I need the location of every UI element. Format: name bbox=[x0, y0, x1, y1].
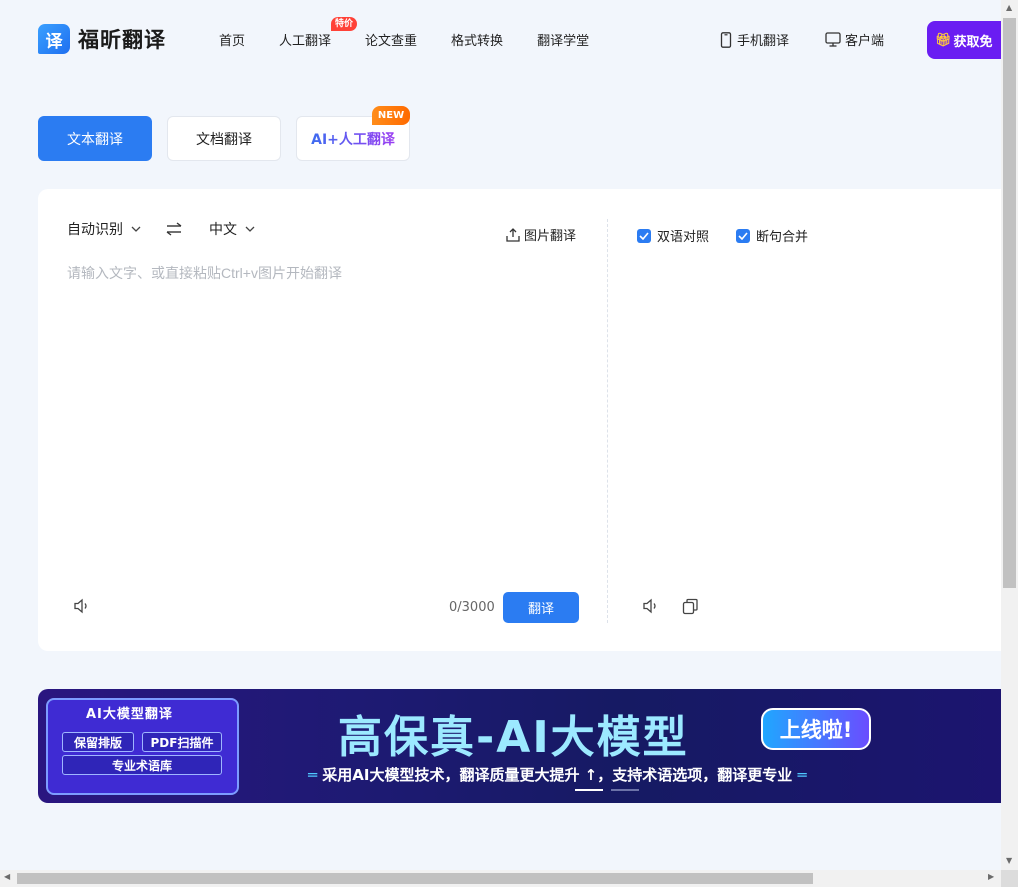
banner-feature-title: AI大模型翻译 bbox=[86, 707, 173, 722]
logo[interactable]: 译 福昕翻译 bbox=[38, 24, 166, 54]
scroll-up-arrow-icon[interactable]: ▲ bbox=[1006, 3, 1012, 12]
bilingual-checkbox[interactable]: 双语对照 bbox=[637, 226, 709, 245]
new-badge: NEW bbox=[372, 106, 410, 125]
output-options: 双语对照 断句合并 bbox=[637, 226, 835, 245]
vertical-scroll-thumb[interactable] bbox=[1003, 18, 1016, 588]
header-right: 手机翻译 客户端 bbox=[719, 30, 920, 49]
brand-name: 福昕翻译 bbox=[78, 28, 166, 52]
get-free-button[interactable]: 🎁︎ 获取免 bbox=[927, 21, 1001, 59]
gift-icon: 🎁︎ bbox=[935, 32, 952, 48]
nav-plagiarism-check[interactable]: 论文查重 bbox=[365, 30, 417, 49]
target-language-value: 中文 bbox=[209, 222, 237, 238]
logo-mark-icon: 译 bbox=[38, 24, 70, 54]
horizontal-scrollbar[interactable]: ◀ ▶ bbox=[0, 870, 1001, 887]
get-free-label: 获取免 bbox=[953, 34, 993, 50]
image-translate-label: 图片翻译 bbox=[524, 229, 577, 244]
source-text-input[interactable] bbox=[67, 263, 577, 563]
horizontal-scroll-thumb[interactable] bbox=[17, 873, 813, 884]
translator-panel: 自动识别 中文 图片翻译 请输入文字、或直接粘贴Ctrl+v图片开始翻译 0/3… bbox=[38, 189, 1001, 651]
client-label: 客户端 bbox=[845, 34, 885, 49]
feature-pill: PDF扫描件 bbox=[142, 732, 222, 752]
chevron-down-icon bbox=[131, 226, 141, 232]
sale-badge: 特价 bbox=[331, 17, 358, 31]
speaker-icon[interactable] bbox=[642, 598, 660, 618]
chevron-down-icon bbox=[245, 226, 255, 232]
decorative-dash-icon: ═ bbox=[308, 766, 323, 784]
mobile-translate-label: 手机翻译 bbox=[737, 34, 790, 49]
bilingual-label: 双语对照 bbox=[657, 230, 710, 245]
speaker-icon[interactable] bbox=[73, 598, 91, 618]
tab-document-translation[interactable]: 文档翻译 bbox=[167, 116, 281, 161]
source-language-select[interactable]: 自动识别 bbox=[67, 219, 141, 239]
decorative-dash-icon: ═ bbox=[792, 766, 807, 784]
scroll-right-arrow-icon[interactable]: ▶ bbox=[988, 872, 994, 881]
main-nav: 首页 人工翻译 特价 论文查重 格式转换 翻译学堂 bbox=[219, 17, 623, 49]
source-language-value: 自动识别 bbox=[67, 222, 123, 238]
swap-languages-icon[interactable] bbox=[166, 222, 182, 236]
online-badge: 上线啦! bbox=[761, 708, 871, 750]
merge-sentences-label: 断句合并 bbox=[756, 230, 809, 245]
nav-human-translation[interactable]: 人工翻译 特价 bbox=[279, 17, 358, 49]
nav-home[interactable]: 首页 bbox=[219, 30, 245, 49]
mobile-translate-link[interactable]: 手机翻译 bbox=[719, 30, 789, 49]
checkbox-checked-icon bbox=[736, 228, 751, 243]
feature-pill: 保留排版 bbox=[62, 732, 134, 752]
language-selector-row: 自动识别 中文 bbox=[67, 219, 255, 239]
nav-human-translation-label: 人工翻译 bbox=[279, 34, 332, 49]
vertical-scrollbar[interactable]: ▲ ▼ bbox=[1001, 0, 1018, 870]
nav-format-convert[interactable]: 格式转换 bbox=[451, 30, 503, 49]
scroll-down-arrow-icon[interactable]: ▼ bbox=[1006, 856, 1012, 865]
upload-icon bbox=[506, 227, 520, 242]
carousel-indicators bbox=[575, 789, 647, 791]
copy-icon[interactable] bbox=[682, 598, 699, 619]
carousel-dot-active[interactable] bbox=[575, 789, 603, 791]
page-viewport: 译 福昕翻译 首页 人工翻译 特价 论文查重 格式转换 翻译学堂 手机翻译 客户… bbox=[0, 0, 1001, 870]
tab-text-translation[interactable]: 文本翻译 bbox=[38, 116, 152, 161]
nav-translation-school[interactable]: 翻译学堂 bbox=[537, 30, 589, 49]
target-language-select[interactable]: 中文 bbox=[209, 219, 255, 239]
banner-headline: 高保真-AI大模型 bbox=[338, 712, 689, 763]
client-download-link[interactable]: 客户端 bbox=[825, 30, 884, 49]
carousel-dot[interactable] bbox=[611, 789, 639, 791]
merge-sentences-checkbox[interactable]: 断句合并 bbox=[736, 226, 808, 245]
tab-ai-human-label: AI+人工翻译 bbox=[311, 129, 395, 149]
image-translate-button[interactable]: 图片翻译 bbox=[506, 225, 576, 244]
phone-icon bbox=[720, 31, 732, 48]
panel-divider bbox=[607, 219, 608, 623]
checkbox-checked-icon bbox=[637, 228, 651, 243]
translate-button[interactable]: 翻译 bbox=[503, 592, 579, 623]
promo-banner[interactable]: AI大模型翻译 保留排版 PDF扫描件 专业术语库 高保真-AI大模型 上线啦!… bbox=[38, 689, 1001, 803]
monitor-icon bbox=[825, 32, 841, 47]
banner-subtitle: ═ 采用AI大模型技术，翻译质量更大提升 ↑，支持术语选项，翻译更专业 ═ bbox=[308, 764, 807, 785]
feature-pill: 专业术语库 bbox=[62, 755, 222, 775]
scrollbar-corner bbox=[1001, 870, 1018, 887]
scroll-left-arrow-icon[interactable]: ◀ bbox=[4, 872, 10, 881]
banner-subtitle-text: 采用AI大模型技术，翻译质量更大提升 ↑，支持术语选项，翻译更专业 bbox=[322, 766, 793, 784]
character-count: 0/3000 bbox=[449, 600, 495, 615]
